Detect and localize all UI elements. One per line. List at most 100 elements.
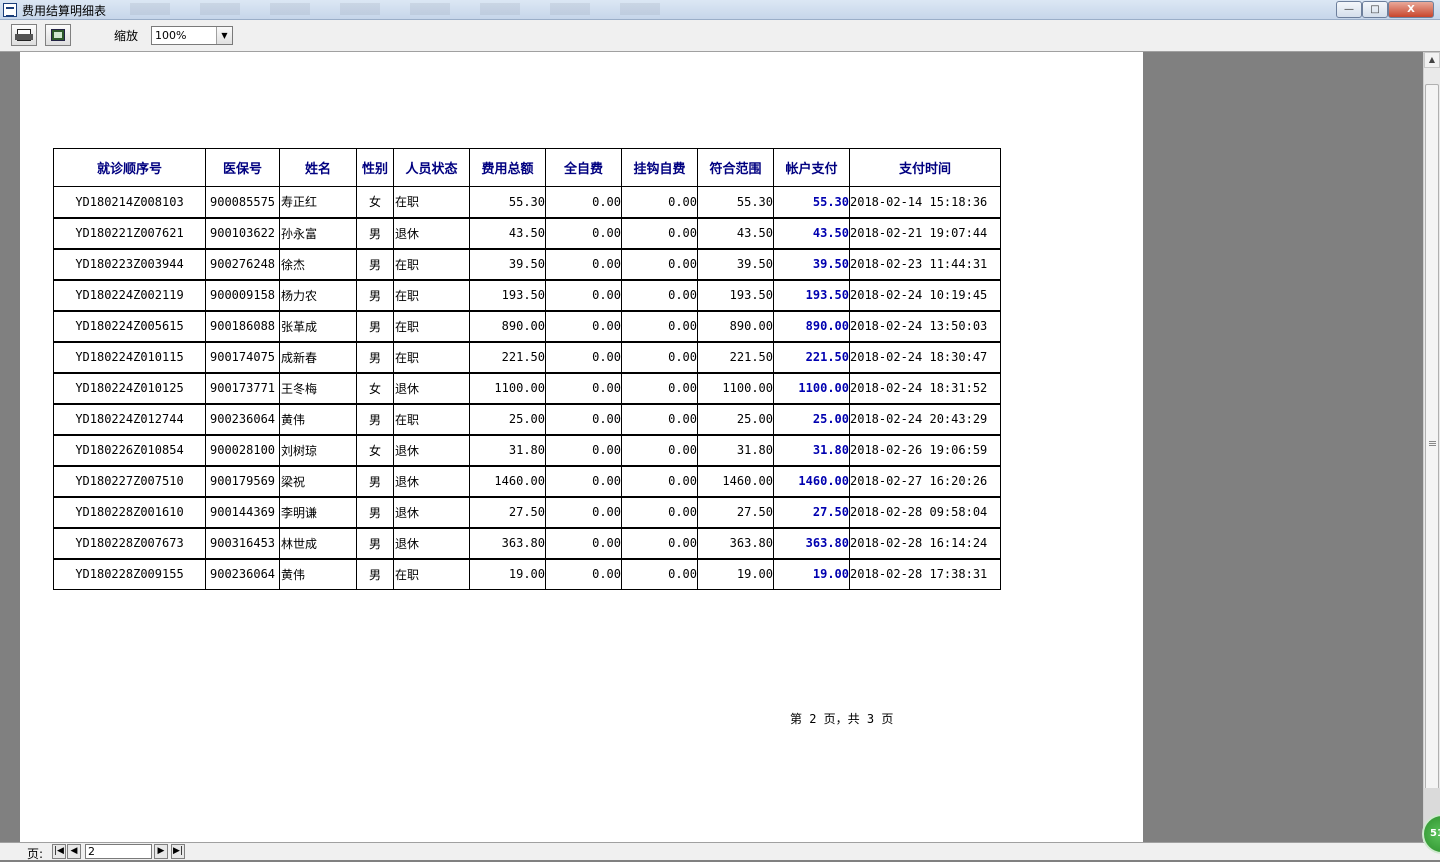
scroll-up-icon[interactable]: ▲ <box>1424 52 1440 68</box>
column-header: 全自费 <box>545 148 622 187</box>
table-cell: 在职 <box>393 247 470 280</box>
page-number-input[interactable] <box>85 844 152 859</box>
scroll-thumb[interactable] <box>1425 84 1439 804</box>
table-cell: 杨力农 <box>279 278 357 311</box>
first-page-button[interactable]: |◀ <box>52 844 66 859</box>
print-button[interactable] <box>11 24 37 46</box>
table-cell: 2018-02-24 10:19:45 <box>849 278 1001 311</box>
table-cell: 363.80 <box>697 526 774 559</box>
table-cell: 王冬梅 <box>279 371 357 404</box>
table-cell: 1100.00 <box>469 371 546 404</box>
column-header: 人员状态 <box>393 148 470 187</box>
table-cell: 43.50 <box>697 216 774 249</box>
table-cell: 男 <box>356 557 394 590</box>
page-indicator: 第 2 页，共 3 页 <box>790 712 894 726</box>
export-button[interactable] <box>45 24 71 46</box>
table-cell: 0.00 <box>545 309 622 342</box>
chevron-down-icon[interactable]: ▼ <box>216 27 232 44</box>
toolbar: 缩放 100% ▼ <box>0 20 1440 52</box>
table-cell: 0.00 <box>621 402 698 435</box>
table-cell: 张革成 <box>279 309 357 342</box>
table-cell: YD180224Z010115 <box>53 340 206 373</box>
table-cell: 寿正红 <box>279 186 357 218</box>
next-page-button[interactable]: ▶ <box>154 844 168 859</box>
table-cell: 55.30 <box>469 186 546 218</box>
zoom-select[interactable]: 100% ▼ <box>151 26 233 45</box>
table-cell: 0.00 <box>545 247 622 280</box>
table-cell: 0.00 <box>621 433 698 466</box>
table-cell: 女 <box>356 371 394 404</box>
column-header: 挂钩自费 <box>621 148 698 187</box>
table-cell: 2018-02-24 13:50:03 <box>849 309 1001 342</box>
minimize-button[interactable]: — <box>1336 1 1362 18</box>
report-page: 就诊顺序号 医保号 姓名 性别 人员状态 费用总额 全自费 挂钩自费 符合范围 … <box>20 52 1143 842</box>
table-row: YD180224Z010125 900173771 王冬梅女退休 1100.00 0.0… <box>53 371 1001 404</box>
table-cell: 900028100 <box>205 433 280 466</box>
table-cell: 900173771 <box>205 371 280 404</box>
table-row: YD180214Z008103 900085575 寿正红女在职 55.30 0.00 0… <box>53 186 1001 218</box>
table-cell: 0.00 <box>545 371 622 404</box>
table-cell: 0.00 <box>545 402 622 435</box>
table-cell: 男 <box>356 309 394 342</box>
table-cell: 在职 <box>393 557 470 590</box>
table-cell: 900236064 <box>205 557 280 590</box>
table-row: YD180227Z007510 900179569 梁祝男退休 1460.00 0.00… <box>53 464 1001 497</box>
table-cell: 0.00 <box>545 557 622 590</box>
table-cell: 成新春 <box>279 340 357 373</box>
column-header: 姓名 <box>279 148 357 187</box>
table-cell: 0.00 <box>621 309 698 342</box>
last-page-button[interactable]: ▶| <box>171 844 185 859</box>
table-cell: 男 <box>356 216 394 249</box>
prev-page-button[interactable]: ◀ <box>67 844 81 859</box>
table-cell: 孙永富 <box>279 216 357 249</box>
prev-page-icon: ◀ <box>70 846 78 856</box>
table-header-row: 就诊顺序号 医保号 姓名 性别 人员状态 费用总额 全自费 挂钩自费 符合范围 … <box>53 148 1001 187</box>
maximize-button[interactable]: □ <box>1362 1 1388 18</box>
grip-icon <box>1429 441 1436 447</box>
table-cell: 0.00 <box>621 371 698 404</box>
close-button[interactable]: X <box>1388 1 1434 18</box>
table-cell: 2018-02-24 20:43:29 <box>849 402 1001 435</box>
table-cell: YD180228Z009155 <box>53 557 206 590</box>
table-cell: 刘树琼 <box>279 433 357 466</box>
table-cell: 193.50 <box>469 278 546 311</box>
table-row: YD180224Z005615 900186088 张革成男在职 890.00 0.00… <box>53 309 1001 342</box>
table-cell: 0.00 <box>621 557 698 590</box>
table-cell: 2018-02-28 17:38:31 <box>849 557 1001 590</box>
table-cell: 43.50 <box>469 216 546 249</box>
table-cell: 890.00 <box>697 309 774 342</box>
table-row: YD180228Z001610 900144369 李明谦男退休 27.50 0.00 0… <box>53 495 1001 528</box>
table-cell: 363.80 <box>469 526 546 559</box>
table-cell: 55.30 <box>773 186 850 218</box>
table-cell: 27.50 <box>773 495 850 528</box>
table-cell: 1460.00 <box>697 464 774 497</box>
table-cell: 19.00 <box>773 557 850 590</box>
table-cell: 退休 <box>393 371 470 404</box>
column-header: 医保号 <box>205 148 280 187</box>
table-cell: 徐杰 <box>279 247 357 280</box>
table-cell: 在职 <box>393 340 470 373</box>
table-cell: 900276248 <box>205 247 280 280</box>
table-row: YD180221Z007621 900103622 孙永富男退休 43.50 0.00 0… <box>53 216 1001 249</box>
table-cell: 31.80 <box>469 433 546 466</box>
table-cell: 退休 <box>393 495 470 528</box>
column-header: 帐户支付 <box>773 148 850 187</box>
table-cell: 900316453 <box>205 526 280 559</box>
table-cell: 退休 <box>393 216 470 249</box>
table-cell: 黄伟 <box>279 402 357 435</box>
table-row: YD180228Z007673 900316453 林世成男退休 363.80 0.00… <box>53 526 1001 559</box>
settlement-table: 就诊顺序号 医保号 姓名 性别 人员状态 费用总额 全自费 挂钩自费 符合范围 … <box>53 148 1001 590</box>
table-cell: 黄伟 <box>279 557 357 590</box>
table-cell: 25.00 <box>469 402 546 435</box>
vertical-scrollbar[interactable]: ▲ <box>1423 52 1440 842</box>
title-bar: 费用结算明细表 — □ X <box>0 0 1440 20</box>
table-cell: 0.00 <box>545 464 622 497</box>
table-cell: 退休 <box>393 433 470 466</box>
table-cell: 2018-02-27 16:20:26 <box>849 464 1001 497</box>
table-cell: 0.00 <box>621 495 698 528</box>
table-cell: 2018-02-21 19:07:44 <box>849 216 1001 249</box>
zoom-value: 100% <box>155 29 187 42</box>
table-row: YD180223Z003944 900276248 徐杰男在职 39.50 0.00 0.… <box>53 247 1001 280</box>
table-cell: 2018-02-23 11:44:31 <box>849 247 1001 280</box>
table-cell: 55.30 <box>697 186 774 218</box>
